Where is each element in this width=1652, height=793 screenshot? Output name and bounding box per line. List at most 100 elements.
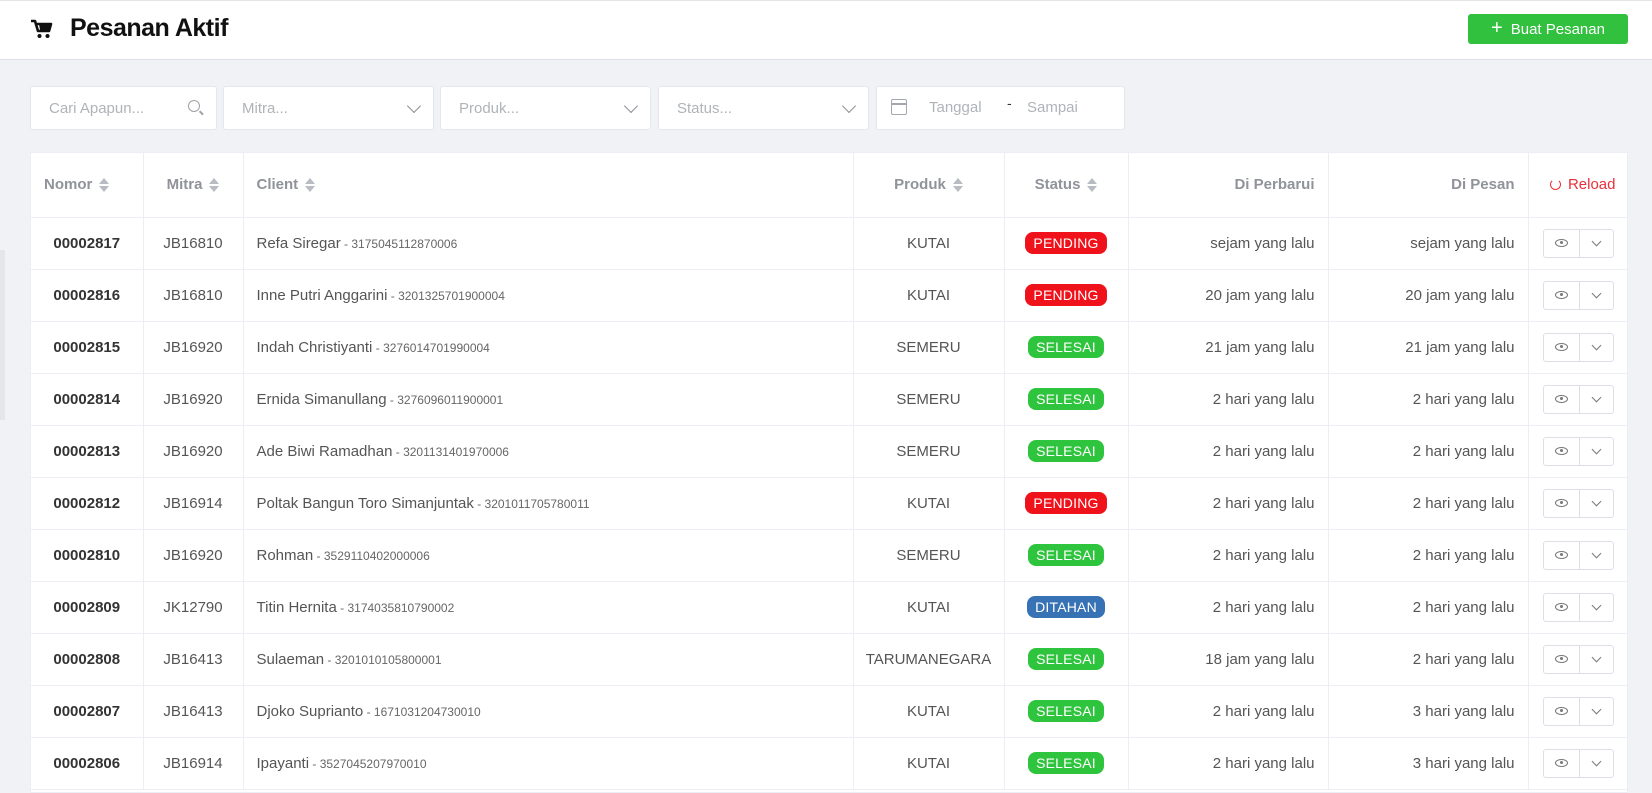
status-badge: SELESAI <box>1028 388 1104 410</box>
sort-icon[interactable] <box>952 177 963 193</box>
view-button[interactable] <box>1544 593 1580 621</box>
more-actions-dropdown[interactable] <box>1580 594 1613 621</box>
updated-time: 2 hari yang lalu <box>1128 737 1329 790</box>
column-header-nomor[interactable]: Nomor <box>31 153 144 218</box>
client-name: Sulaeman <box>256 650 325 668</box>
table-row: 00002808 JB16413 Sulaeman - 32010101058000… <box>31 633 1627 686</box>
sort-icon[interactable] <box>305 177 316 193</box>
updated-time: 2 hari yang lalu <box>1128 373 1329 426</box>
view-button[interactable] <box>1544 333 1580 361</box>
row-actions <box>1543 592 1614 622</box>
more-actions-dropdown[interactable] <box>1580 542 1613 569</box>
order-number: 00002817 <box>31 217 144 270</box>
view-button[interactable] <box>1544 489 1580 517</box>
mitra-code: JB16914 <box>143 737 244 790</box>
ordered-time: 3 hari yang lalu <box>1328 685 1529 738</box>
client-name: Ade Biwi Ramadhan <box>256 442 393 460</box>
client-name: Ernida Simanullang <box>256 390 387 408</box>
actions-cell <box>1528 581 1627 634</box>
status-select[interactable]: Status... <box>658 86 869 130</box>
mitra-code: JB16920 <box>143 425 244 478</box>
more-actions-dropdown[interactable] <box>1580 230 1613 257</box>
more-actions-dropdown[interactable] <box>1580 698 1613 725</box>
view-button[interactable] <box>1544 645 1580 673</box>
row-actions <box>1543 332 1614 362</box>
order-number: 00002815 <box>31 321 144 374</box>
chevron-down-icon <box>1591 236 1602 247</box>
client-cell: Titin Hernita - 3174035810790002 <box>243 581 854 634</box>
produk-select[interactable]: Produk... <box>440 86 651 130</box>
more-actions-dropdown[interactable] <box>1580 386 1613 413</box>
status-badge: SELESAI <box>1028 336 1104 358</box>
view-button[interactable] <box>1544 437 1580 465</box>
table-row: 00002806 JB16914 Ipayanti - 35270452079700… <box>31 737 1627 790</box>
product-name: TARUMANEGARA <box>853 633 1005 686</box>
status-cell: PENDING <box>1004 477 1129 530</box>
client-name: Inne Putri Anggarini <box>256 286 388 304</box>
row-actions <box>1543 280 1614 310</box>
date-from-input[interactable]: Tanggal <box>929 99 982 116</box>
actions-cell <box>1528 373 1627 426</box>
view-button[interactable] <box>1544 541 1580 569</box>
row-actions <box>1543 644 1614 674</box>
search-icon <box>188 100 200 112</box>
client-nik: - 3201011705780011 <box>473 496 590 511</box>
side-edge <box>0 250 5 420</box>
product-name: SEMERU <box>853 425 1005 478</box>
client-cell: Djoko Suprianto - 1671031204730010 <box>243 685 854 738</box>
client-cell: Indah Christiyanti - 3276014701990004 <box>243 321 854 374</box>
status-badge: PENDING <box>1025 232 1107 254</box>
row-actions <box>1543 540 1614 570</box>
more-actions-dropdown[interactable] <box>1580 334 1613 361</box>
table-row: 00002816 JB16810 Inne Putri Anggarini - 32… <box>31 269 1627 322</box>
date-range-picker[interactable]: Tanggal - Sampai <box>876 86 1125 130</box>
row-actions <box>1543 384 1614 414</box>
client-name: Djoko Suprianto <box>256 702 364 720</box>
more-actions-dropdown[interactable] <box>1580 646 1613 673</box>
chevron-down-icon <box>1591 340 1602 351</box>
order-number: 00002812 <box>31 477 144 530</box>
eye-icon <box>1555 447 1568 455</box>
view-button[interactable] <box>1544 697 1580 725</box>
client-cell: Ernida Simanullang - 3276096011900001 <box>243 373 854 426</box>
sort-icon[interactable] <box>209 177 220 193</box>
create-order-label: Buat Pesanan <box>1510 20 1605 38</box>
view-button[interactable] <box>1544 229 1580 257</box>
more-actions-dropdown[interactable] <box>1580 438 1613 465</box>
mitra-select[interactable]: Mitra... <box>223 86 434 130</box>
product-name: KUTAI <box>853 685 1005 738</box>
row-actions <box>1543 436 1614 466</box>
more-actions-dropdown[interactable] <box>1580 750 1613 777</box>
sort-icon[interactable] <box>99 177 110 193</box>
status-cell: DITAHAN <box>1004 581 1129 634</box>
calendar-icon <box>891 99 907 115</box>
chevron-down-icon <box>1591 652 1602 663</box>
status-badge: SELESAI <box>1028 700 1104 722</box>
chevron-down-icon <box>1591 600 1602 611</box>
status-badge: SELESAI <box>1028 544 1104 566</box>
create-order-button[interactable]: + Buat Pesanan <box>1468 14 1628 44</box>
column-header-status[interactable]: Status <box>1004 153 1129 218</box>
more-actions-dropdown[interactable] <box>1580 490 1613 517</box>
ordered-time: 2 hari yang lalu <box>1328 633 1529 686</box>
view-button[interactable] <box>1544 281 1580 309</box>
ordered-time: 21 jam yang lalu <box>1328 321 1529 374</box>
column-header-mitra[interactable]: Mitra <box>143 153 244 218</box>
actions-cell <box>1528 633 1627 686</box>
date-to-input[interactable]: Sampai <box>1027 99 1078 116</box>
column-header-produk[interactable]: Produk <box>853 153 1005 218</box>
client-cell: Refa Siregar - 3175045112870006 <box>243 217 854 270</box>
status-cell: SELESAI <box>1004 737 1129 790</box>
plus-icon: + <box>1491 17 1503 39</box>
more-actions-dropdown[interactable] <box>1580 282 1613 309</box>
view-button[interactable] <box>1544 749 1580 777</box>
sort-icon[interactable] <box>1087 177 1098 193</box>
column-header-client[interactable]: Client <box>243 153 854 218</box>
search-input[interactable]: Cari Apapun... <box>30 86 217 130</box>
table-row: 00002812 JB16914 Poltak Bangun Toro Simanj… <box>31 477 1627 530</box>
reload-button[interactable]: Reload <box>1528 153 1627 218</box>
status-cell: SELESAI <box>1004 425 1129 478</box>
chevron-down-icon <box>1591 444 1602 455</box>
date-separator: - <box>1007 95 1012 111</box>
view-button[interactable] <box>1544 385 1580 413</box>
